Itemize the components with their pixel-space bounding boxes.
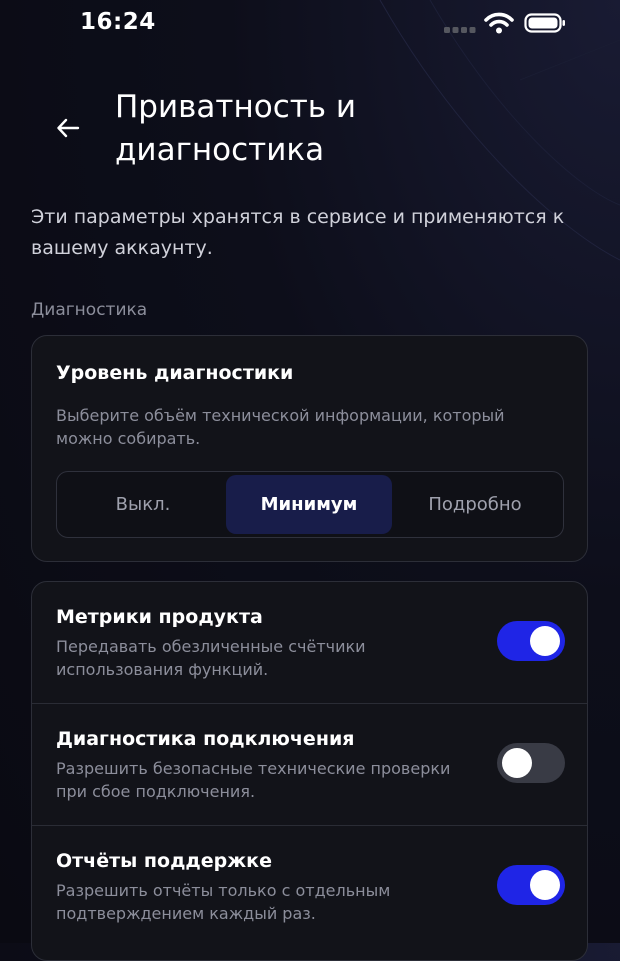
diagnostic-level-title: Уровень диагностики	[56, 362, 294, 384]
toggle-row-support-reports: Отчёты поддержке Разрешить отчёты только…	[32, 826, 587, 947]
diagnostic-level-subtitle: Выберите объём технической информации, к…	[56, 406, 505, 448]
status-time: 16:24	[80, 9, 156, 35]
back-button[interactable]	[48, 108, 88, 148]
segment-minimum[interactable]: Минимум	[226, 475, 392, 534]
toggle-row-connection-diagnostics: Диагностика подключения Разрешить безопа…	[32, 704, 587, 825]
segment-off[interactable]: Выкл.	[60, 475, 226, 534]
row-title: Метрики продукта	[56, 606, 263, 628]
diagnostic-level-segmented-control: Выкл. Минимум Подробно	[56, 471, 564, 538]
segment-detailed[interactable]: Подробно	[392, 475, 558, 534]
wifi-icon	[484, 12, 514, 34]
status-bar: 16:24	[0, 0, 620, 50]
cellular-signal-icon	[444, 27, 476, 33]
toggle-knob	[530, 870, 560, 900]
row-description: Разрешить отчёты только с отдельным подт…	[56, 881, 391, 923]
battery-icon	[524, 13, 565, 33]
row-description: Разрешить безопасные технические проверк…	[56, 759, 451, 801]
row-title: Диагностика подключения	[56, 728, 355, 750]
diagnostic-level-card: Уровень диагностики Выберите объём техни…	[31, 335, 588, 562]
toggle-knob	[502, 748, 532, 778]
row-description: Передавать обезличенные счётчики использ…	[56, 637, 366, 679]
diagnostic-toggles-card: Метрики продукта Передавать обезличенные…	[31, 581, 588, 961]
page-title: Приватность и диагностика	[115, 89, 357, 168]
toggle-row-product-metrics: Метрики продукта Передавать обезличенные…	[32, 582, 587, 703]
row-title: Отчёты поддержке	[56, 850, 272, 872]
connection-diagnostics-toggle[interactable]	[497, 743, 565, 783]
arrow-left-icon	[57, 118, 80, 138]
page-description: Эти параметры хранятся в сервисе и приме…	[31, 206, 565, 259]
section-label-diagnostics: Диагностика	[31, 300, 148, 320]
product-metrics-toggle[interactable]	[497, 621, 565, 661]
support-reports-toggle[interactable]	[497, 865, 565, 905]
toggle-knob	[530, 626, 560, 656]
